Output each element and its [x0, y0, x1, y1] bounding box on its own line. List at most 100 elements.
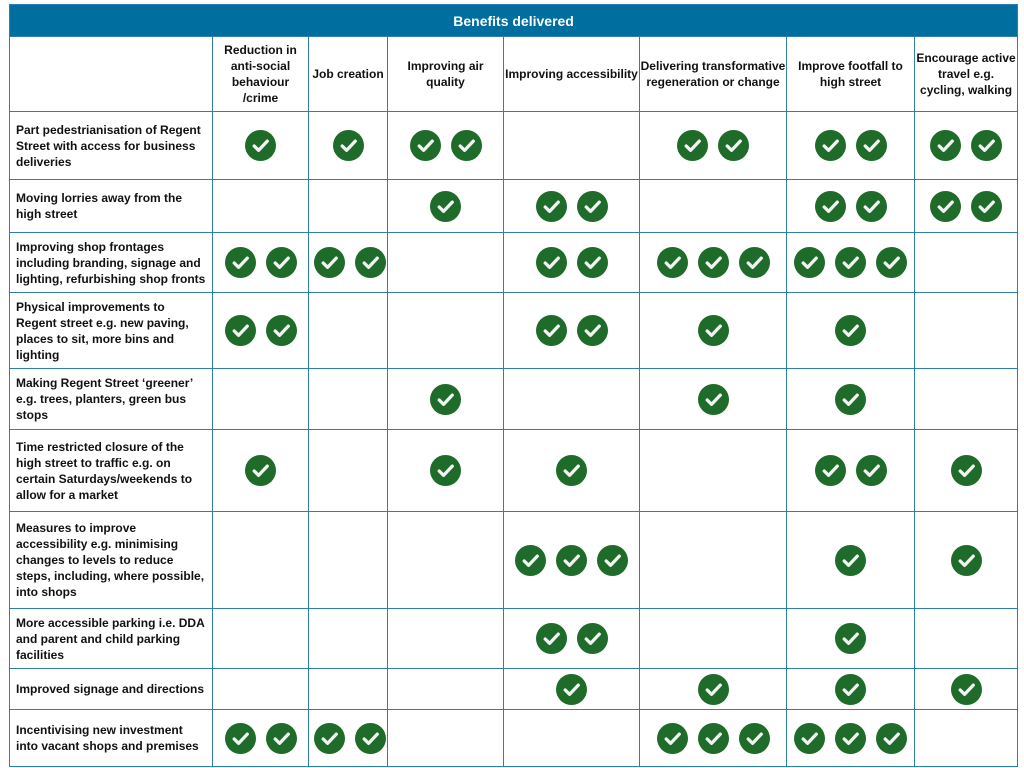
row-header: Part pedestrianisation of Regent Street … [9, 111, 213, 180]
check-circle-icon [576, 247, 608, 278]
check-circle-icon [814, 455, 846, 486]
check-circle-icon [245, 130, 276, 161]
check-circle-icon [556, 673, 587, 705]
benefit-cell [503, 668, 640, 710]
benefit-cell [212, 608, 309, 669]
check-circle-icon [814, 130, 846, 161]
check-circle-icon [265, 247, 297, 278]
benefit-cell [308, 368, 388, 430]
table-row: Incentivising new investment into vacant… [9, 709, 1019, 767]
benefit-cell [308, 292, 388, 369]
benefit-cell [387, 232, 504, 293]
check-circle-icon [430, 383, 461, 415]
check-circle-icon [814, 190, 846, 222]
check-circle-icon [265, 722, 297, 754]
benefit-cell [503, 292, 640, 369]
row-header: Improved signage and directions [9, 668, 213, 710]
benefit-cell [387, 608, 504, 669]
check-circle-icon [677, 130, 708, 161]
row-header: Making Regent Street ‘greener’ e.g. tree… [9, 368, 213, 430]
benefit-cell [786, 179, 915, 233]
check-circle-icon [835, 544, 866, 576]
row-header: Moving lorries away from the high street [9, 179, 213, 233]
check-circle-icon [314, 722, 345, 754]
row-header: Incentivising new investment into vacant… [9, 709, 213, 767]
check-circle-icon [950, 673, 982, 705]
column-header: Delivering transformative regeneration o… [639, 36, 787, 112]
benefit-cell [639, 511, 787, 609]
benefit-cell [786, 111, 915, 180]
check-circle-icon [794, 722, 825, 754]
benefit-cell [786, 668, 915, 710]
benefit-cell [639, 111, 787, 180]
check-circle-icon [876, 247, 907, 278]
check-circle-icon [576, 315, 608, 346]
benefit-cell [212, 111, 309, 180]
benefit-cell [639, 179, 787, 233]
check-circle-icon [950, 455, 982, 486]
check-circle-icon [697, 247, 729, 278]
check-circle-icon [430, 455, 461, 486]
benefit-cell [308, 511, 388, 609]
check-circle-icon [515, 544, 546, 576]
row-header: Physical improvements to Regent street e… [9, 292, 213, 369]
benefit-cell [387, 111, 504, 180]
benefit-cell [913, 111, 1019, 180]
check-circle-icon [430, 190, 461, 222]
benefit-cell [387, 179, 504, 233]
check-circle-icon [224, 722, 256, 754]
check-circle-icon [535, 247, 567, 278]
check-circle-icon [718, 130, 749, 161]
check-circle-icon [697, 383, 729, 415]
check-circle-icon [355, 722, 386, 754]
check-circle-icon [535, 190, 567, 222]
benefit-cell [212, 429, 309, 512]
column-header: Job creation [308, 36, 388, 112]
column-header: Reduction in anti-social behaviour /crim… [212, 36, 309, 112]
check-circle-icon [794, 247, 825, 278]
benefit-cell [387, 292, 504, 369]
check-circle-icon [556, 544, 587, 576]
benefit-cell [503, 111, 640, 180]
check-circle-icon [835, 722, 866, 754]
check-circle-icon [835, 247, 866, 278]
benefit-cell [212, 368, 309, 430]
check-circle-icon [265, 315, 297, 346]
column-header: Improving accessibility [503, 36, 640, 112]
benefit-cell [387, 511, 504, 609]
check-circle-icon [697, 673, 729, 705]
benefit-cell [503, 179, 640, 233]
table-body: Part pedestrianisation of Regent Street … [9, 111, 1019, 767]
check-circle-icon [971, 130, 1003, 161]
benefit-cell [786, 709, 915, 767]
benefit-cell [212, 668, 309, 710]
benefit-cell [308, 429, 388, 512]
check-circle-icon [535, 315, 567, 346]
benefit-cell [308, 111, 388, 180]
benefit-cell [786, 429, 915, 512]
benefit-cell [639, 668, 787, 710]
check-circle-icon [576, 190, 608, 222]
benefit-cell [639, 292, 787, 369]
row-header: Time restricted closure of the high stre… [9, 429, 213, 512]
check-circle-icon [224, 247, 256, 278]
check-circle-icon [930, 130, 962, 161]
check-circle-icon [971, 190, 1003, 222]
table-row: Physical improvements to Regent street e… [9, 292, 1019, 369]
check-circle-icon [355, 247, 386, 278]
benefit-cell [639, 429, 787, 512]
benefit-cell [387, 709, 504, 767]
benefit-cell [503, 368, 640, 430]
benefit-cell [503, 511, 640, 609]
benefit-cell [913, 668, 1019, 710]
table-row: Making Regent Street ‘greener’ e.g. tree… [9, 368, 1019, 430]
check-circle-icon [697, 315, 729, 346]
benefit-cell [212, 232, 309, 293]
check-circle-icon [245, 455, 276, 486]
benefit-cell [639, 709, 787, 767]
row-header: More accessible parking i.e. DDA and par… [9, 608, 213, 669]
benefit-cell [308, 668, 388, 710]
benefit-cell [913, 709, 1019, 767]
check-circle-icon [835, 383, 866, 415]
check-circle-icon [332, 130, 364, 161]
